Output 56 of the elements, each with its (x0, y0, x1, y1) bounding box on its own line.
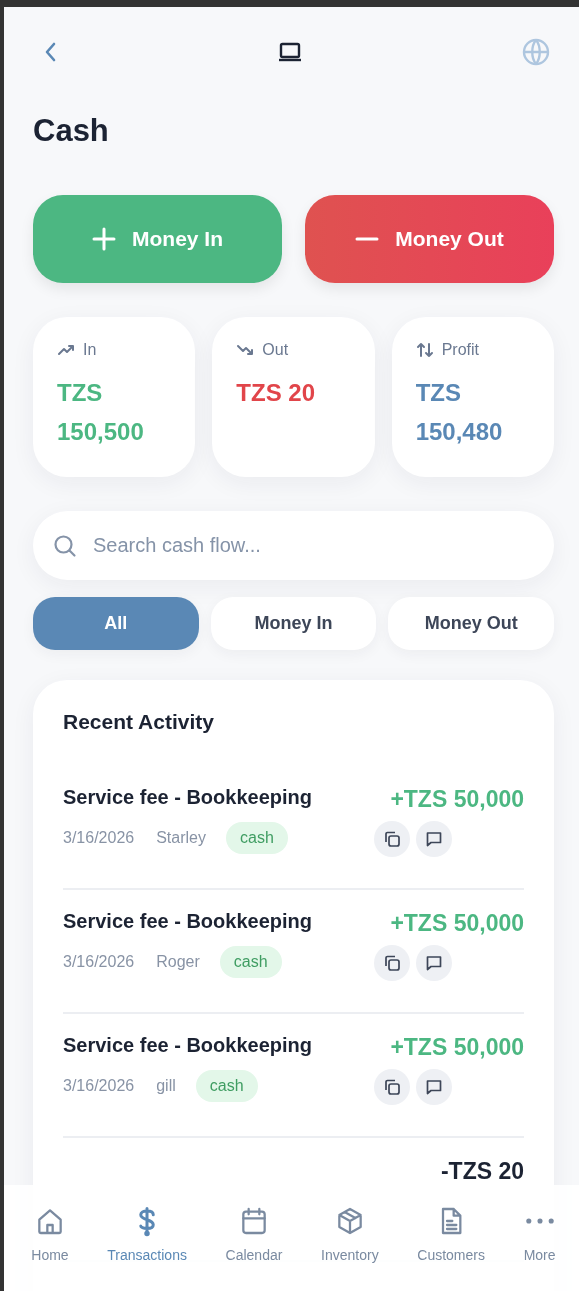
up-down-arrows-icon (415, 341, 434, 359)
payment-tag: cash (195, 1070, 258, 1102)
stat-label: Profit (441, 341, 479, 359)
filter-tab[interactable]: All (33, 597, 199, 650)
comment-button[interactable] (416, 821, 452, 857)
section-title: Recent Activity (63, 710, 215, 734)
transaction-amount: +TZS 50,000 (390, 1034, 524, 1061)
stat-value: TZS 150,480 (415, 378, 504, 447)
copy-button[interactable] (374, 1069, 410, 1105)
search-icon (53, 533, 77, 558)
nav-tab[interactable]: Calendar (225, 1203, 283, 1291)
transaction-date: 3/16/2026 (63, 953, 135, 971)
copy-button[interactable] (374, 945, 410, 981)
comment-icon (425, 954, 443, 972)
stat-value: TZS 150,500 (57, 378, 145, 447)
back-icon[interactable] (43, 41, 57, 63)
page-title: Cash (33, 112, 110, 150)
search-input[interactable]: Search cash flow... (91, 533, 534, 558)
nav-tab[interactable]: Home (31, 1203, 69, 1291)
stat-label: In (83, 341, 97, 359)
nav-tab[interactable]: Customers (417, 1203, 485, 1291)
transaction-date: 3/16/2026 (63, 829, 135, 847)
copy-button[interactable] (374, 821, 410, 857)
money-in-button[interactable]: Money In (33, 195, 282, 283)
filter-tab[interactable]: Money Out (388, 597, 554, 650)
comment-icon (425, 1078, 443, 1096)
transaction-date: 3/16/2026 (63, 1077, 135, 1095)
nav-tab[interactable]: Inventory (321, 1203, 379, 1291)
person-name: Starley (156, 829, 206, 847)
minus-icon (355, 237, 380, 241)
payment-tag: cash (226, 822, 288, 854)
transaction-title: Service fee - Bookkeeping (63, 910, 312, 932)
copy-icon (383, 1078, 401, 1096)
stat-value: TZS 20 (236, 378, 317, 408)
person-name: Roger (156, 953, 200, 971)
money-out-button[interactable]: Money Out (305, 195, 554, 283)
comment-icon (425, 830, 443, 848)
laptop-icon[interactable] (276, 41, 303, 63)
nav-tab[interactable]: More (523, 1203, 556, 1291)
search-field[interactable]: Search cash flow... (33, 511, 554, 580)
plus-icon (92, 227, 116, 251)
filter-tab[interactable]: Money In (210, 597, 377, 650)
person-name: gill (156, 1077, 176, 1095)
transaction-title: Service fee - Bookkeeping (63, 1034, 312, 1056)
copy-icon (383, 830, 401, 848)
more-icon (523, 1216, 556, 1226)
payment-tag: cash (219, 946, 282, 978)
transaction-amount: -TZS 20 (440, 1158, 524, 1185)
transaction-amount: +TZS 50,000 (390, 910, 524, 937)
comment-button[interactable] (416, 1069, 452, 1105)
stat-label: Out (262, 341, 289, 359)
transaction-amount: +TZS 50,000 (390, 786, 524, 813)
copy-icon (383, 954, 401, 972)
nav-tab[interactable]: Transactions (107, 1203, 187, 1291)
comment-button[interactable] (416, 945, 452, 981)
transaction-title: Service fee - Bookkeeping (63, 786, 312, 808)
